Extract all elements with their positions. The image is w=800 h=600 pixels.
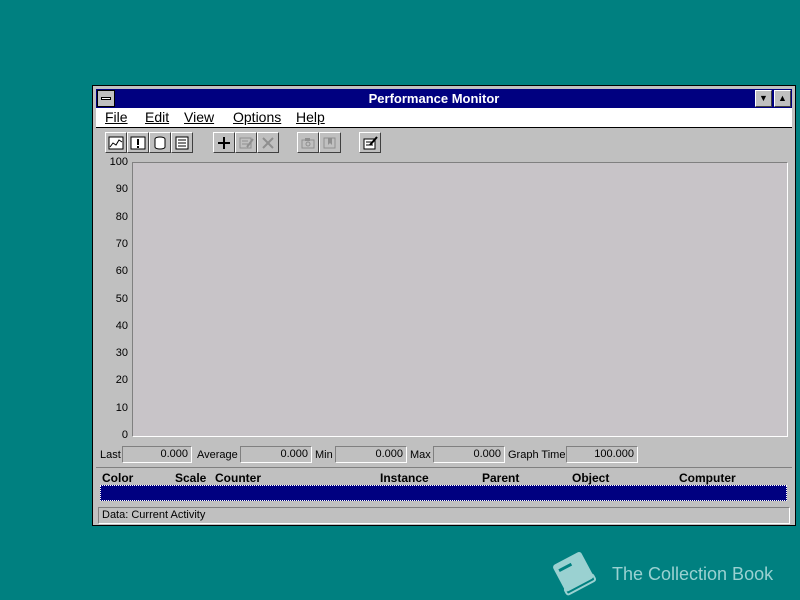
column-object: Object xyxy=(572,471,610,485)
maximize-button[interactable]: ▲ xyxy=(774,90,791,107)
last-label: Last xyxy=(100,449,121,461)
edit-counter-button[interactable] xyxy=(235,132,257,153)
y-tick-label: 50 xyxy=(115,292,128,305)
alert-view-button[interactable] xyxy=(127,132,149,153)
chart-view-button[interactable] xyxy=(105,132,127,153)
menu-bar: File Edit View Options Help xyxy=(96,108,792,128)
system-menu-icon xyxy=(101,97,111,100)
options-icon xyxy=(363,135,378,149)
minimize-icon: ▼ xyxy=(759,93,768,103)
minimize-button[interactable]: ▼ xyxy=(755,90,772,107)
maximize-icon: ▲ xyxy=(778,93,787,103)
performance-monitor-window: Performance Monitor ▼ ▲ File Edit View O… xyxy=(92,85,796,526)
y-tick-label: 100 xyxy=(109,156,128,168)
column-counter: Counter xyxy=(215,471,261,485)
watermark: The Collection Book xyxy=(548,548,788,598)
value-bar: Last 0.000 Average 0.000 Min 0.000 Max 0… xyxy=(98,445,790,465)
y-tick-label: 70 xyxy=(115,237,128,250)
watermark-text: The Collection Book xyxy=(612,564,774,584)
average-value: 0.000 xyxy=(240,446,312,463)
book-icon xyxy=(553,552,597,596)
column-color: Color xyxy=(102,471,134,485)
average-label: Average xyxy=(197,449,238,461)
y-tick-label: 90 xyxy=(115,183,128,196)
update-now-button[interactable] xyxy=(297,132,319,153)
options-button[interactable] xyxy=(359,132,381,153)
status-bar: Data: Current Activity xyxy=(98,507,790,524)
min-label: Min xyxy=(315,449,333,461)
window-title: Performance Monitor xyxy=(368,91,500,106)
max-label: Max xyxy=(410,449,431,461)
add-counter-button[interactable] xyxy=(213,132,235,153)
log-view-button[interactable] xyxy=(149,132,171,153)
update-now-icon xyxy=(301,137,315,148)
system-menu-button[interactable] xyxy=(97,90,115,107)
toolbar xyxy=(96,129,792,155)
column-parent: Parent xyxy=(482,471,520,485)
y-tick-label: 30 xyxy=(115,347,128,360)
max-value: 0.000 xyxy=(433,446,505,463)
bookmark-button[interactable] xyxy=(319,132,341,153)
column-scale: Scale xyxy=(175,471,207,485)
column-instance: Instance xyxy=(380,471,429,485)
menu-file-label: File xyxy=(105,109,128,125)
delete-counter-button[interactable] xyxy=(257,132,279,153)
menu-view-label: View xyxy=(184,109,215,125)
report-view-button[interactable] xyxy=(171,132,193,153)
y-tick-label: 40 xyxy=(115,319,128,332)
menu-options-label: Options xyxy=(233,109,282,125)
alert-view-icon xyxy=(130,136,146,149)
column-computer: Computer xyxy=(679,471,736,485)
menu-file[interactable]: File xyxy=(105,108,128,127)
title-bar[interactable]: Performance Monitor ▼ ▲ xyxy=(96,89,792,108)
bookmark-icon xyxy=(323,137,336,148)
y-tick-label: 20 xyxy=(115,374,128,387)
min-value: 0.000 xyxy=(335,446,407,463)
y-tick-label: 10 xyxy=(115,401,128,414)
chart-view-icon xyxy=(108,136,124,149)
menu-edit[interactable]: Edit xyxy=(145,108,169,127)
y-tick-label: 60 xyxy=(115,265,128,278)
edit-counter-icon xyxy=(239,137,254,148)
legend-selected-row[interactable] xyxy=(100,485,787,501)
y-tick-label: 0 xyxy=(121,429,128,441)
y-tick-label: 80 xyxy=(115,210,128,223)
menu-edit-label: Edit xyxy=(145,109,170,125)
last-value: 0.000 xyxy=(122,446,192,463)
graph-time-label: Graph Time xyxy=(508,449,566,461)
menu-view[interactable]: View xyxy=(184,108,214,127)
menu-help[interactable]: Help xyxy=(296,108,325,127)
log-view-icon xyxy=(154,136,166,149)
plot-area[interactable] xyxy=(132,162,788,437)
menu-options[interactable]: Options xyxy=(233,108,281,127)
add-counter-icon xyxy=(218,136,230,149)
chart-area: 100 90 80 70 60 50 40 30 20 10 0 xyxy=(98,156,790,443)
report-view-icon xyxy=(175,136,189,149)
delete-counter-icon xyxy=(262,136,274,149)
menu-help-label: Help xyxy=(296,109,325,125)
legend-header: Color Scale Counter Instance Parent Obje… xyxy=(96,467,792,486)
graph-time-value: 100.000 xyxy=(566,446,638,463)
